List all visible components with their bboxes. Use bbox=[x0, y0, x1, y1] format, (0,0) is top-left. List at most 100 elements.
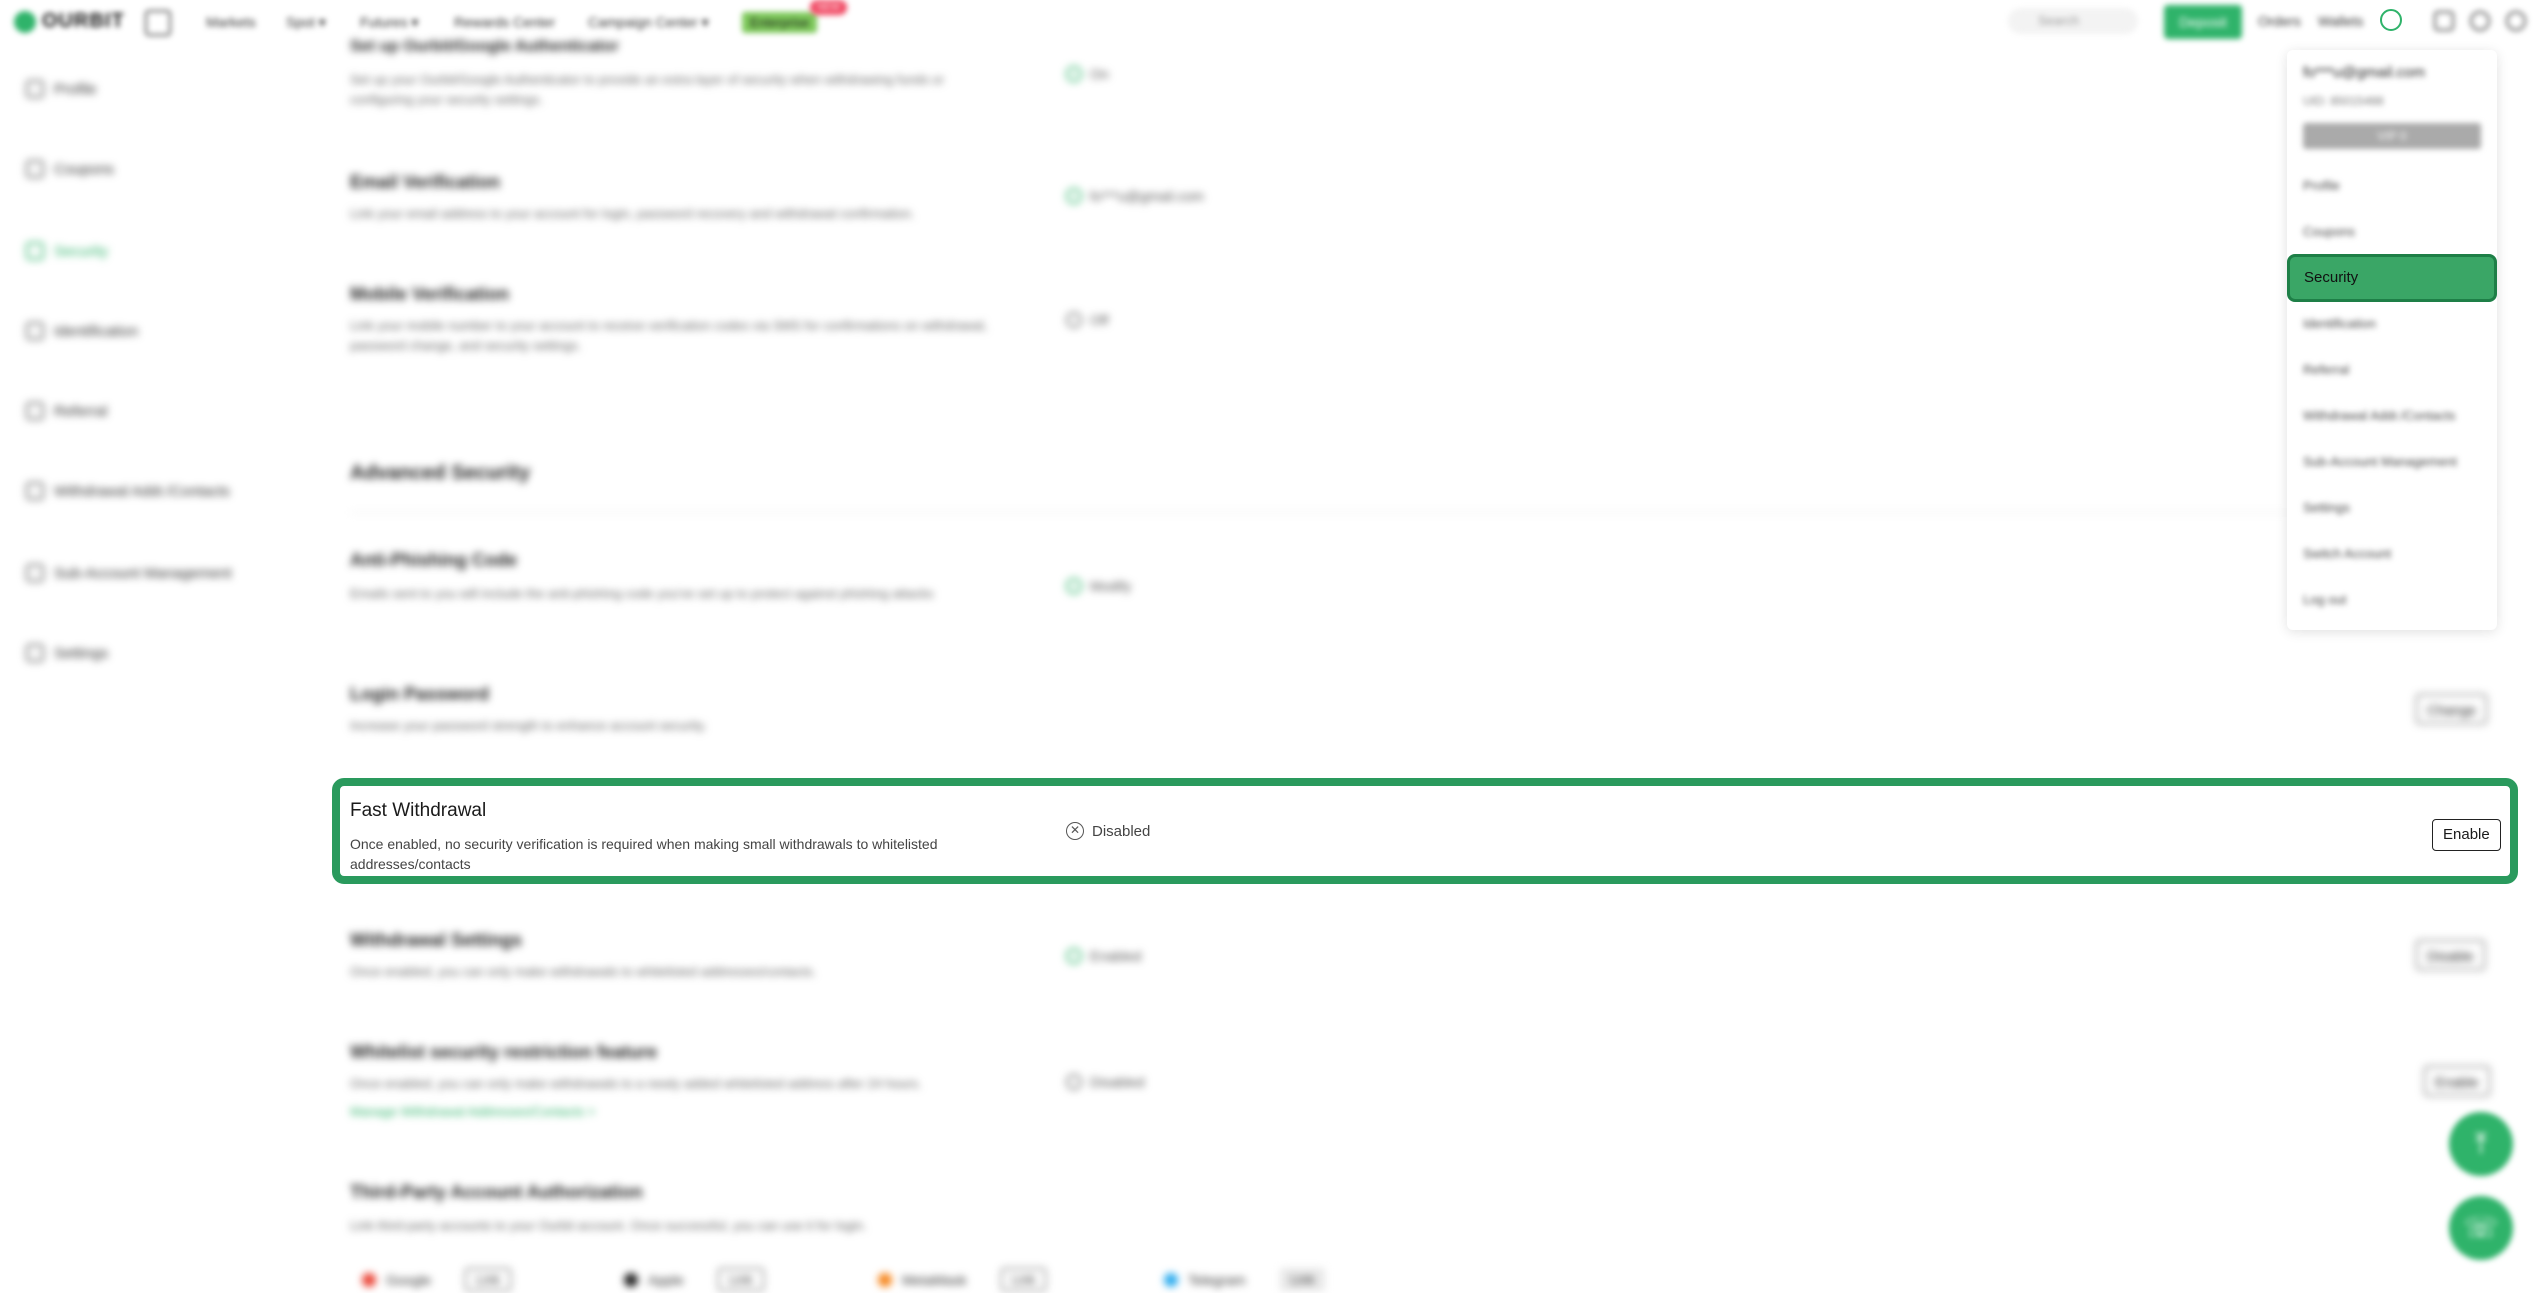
deposit-button[interactable]: Deposit bbox=[2164, 5, 2242, 39]
circle-icon bbox=[1066, 1074, 1082, 1090]
enable-fast-withdrawal-button[interactable]: Enable bbox=[2432, 819, 2501, 851]
third-party-google: Google Link bbox=[362, 1268, 512, 1291]
nav-campaign-center[interactable]: Campaign Center ▾ bbox=[588, 14, 709, 31]
support-chat-button[interactable]: ☏ bbox=[2449, 1196, 2513, 1260]
sidebar-item-sub-account[interactable]: Sub-Account Management bbox=[26, 564, 232, 582]
authenticator-title: Set up Ourbit/Google Authenticator bbox=[350, 38, 619, 55]
user-icon[interactable] bbox=[2380, 9, 2402, 31]
authenticator-desc: Set up your Ourbit/Google Authenticator … bbox=[350, 72, 944, 107]
dropdown-item-switch-account[interactable]: Switch Account bbox=[2303, 546, 2391, 561]
dropdown-item-security[interactable]: Security bbox=[2287, 254, 2497, 302]
status-text: Enabled bbox=[1090, 948, 1142, 964]
logo-text: OURBIT bbox=[42, 10, 125, 32]
wallets-link[interactable]: Wallets bbox=[2318, 13, 2363, 29]
nav-markets[interactable]: Markets bbox=[206, 14, 256, 30]
anti-phishing-title: Anti-Phishing Code bbox=[350, 550, 517, 570]
provider-name: Telegram bbox=[1188, 1271, 1246, 1288]
change-password-button[interactable]: Change bbox=[2416, 694, 2488, 724]
sidebar-item-label: Profile bbox=[54, 80, 97, 98]
mobile-verification-title: Mobile Verification bbox=[350, 284, 510, 304]
whitelist-title: Whitelist security restriction feature bbox=[350, 1042, 658, 1062]
third-party-metamask: MetaMask Link bbox=[878, 1268, 1047, 1291]
share-icon bbox=[26, 564, 44, 582]
dropdown-item-sub-account[interactable]: Sub-Account Management bbox=[2303, 454, 2457, 469]
mobile-verification-status: Off bbox=[1066, 312, 1108, 328]
google-icon bbox=[362, 1272, 376, 1287]
vip-badge[interactable]: VIP 0 bbox=[2303, 123, 2481, 149]
sidebar-item-referral[interactable]: Referral bbox=[26, 402, 107, 420]
link-apple-button[interactable]: Link bbox=[717, 1268, 764, 1291]
disable-withdrawal-settings-button[interactable]: Disable bbox=[2416, 940, 2485, 970]
withdrawal-settings-title: Withdrawal Settings bbox=[350, 930, 522, 950]
nav-spot[interactable]: Spot ▾ bbox=[286, 14, 326, 31]
dropdown-uid[interactable]: UID: 85015488 bbox=[2303, 94, 2384, 108]
download-icon[interactable] bbox=[2434, 11, 2454, 31]
sidebar-item-coupons[interactable]: Coupons bbox=[26, 160, 114, 178]
check-icon bbox=[1066, 948, 1082, 964]
search-input[interactable]: Search bbox=[2008, 8, 2138, 34]
advanced-security-heading: Advanced Security bbox=[350, 462, 531, 484]
link-metamask-button[interactable]: Link bbox=[1000, 1268, 1047, 1291]
new-badge: NEW bbox=[810, 0, 848, 15]
check-icon bbox=[1066, 578, 1082, 594]
theme-icon[interactable] bbox=[2506, 11, 2526, 31]
scroll-to-top-button[interactable]: ⤒ bbox=[2449, 1112, 2513, 1176]
login-password-desc: Increase your password strength to enhan… bbox=[350, 718, 707, 733]
third-party-desc: Link third-party accounts to your Ourbit… bbox=[350, 1218, 867, 1233]
circle-icon bbox=[1066, 312, 1082, 328]
enable-whitelist-button[interactable]: Enable bbox=[2424, 1066, 2490, 1096]
sidebar-item-label: Security bbox=[54, 242, 109, 260]
dropdown-item-identification[interactable]: Identification bbox=[2303, 316, 2376, 331]
dropdown-item-withdrawal-addr[interactable]: Withdrawal Addr./Contacts bbox=[2303, 408, 2455, 423]
nav-enterprise[interactable]: Enterprise bbox=[742, 12, 818, 33]
sidebar-item-label: Withdrawal Addr./Contacts bbox=[54, 482, 230, 500]
dropdown-email: fo***u@gmail.com bbox=[2303, 64, 2425, 81]
link-telegram-button[interactable]: Link bbox=[1279, 1268, 1326, 1291]
sidebar-item-security[interactable]: Security bbox=[26, 242, 108, 260]
status-text: fo***u@gmail.com bbox=[1090, 188, 1204, 204]
sidebar-item-identification[interactable]: Identification bbox=[26, 322, 138, 340]
fast-withdrawal-row: Fast Withdrawal Once enabled, no securit… bbox=[332, 778, 2518, 884]
dropdown-item-coupons[interactable]: Coupons bbox=[2303, 224, 2355, 239]
whitelist-desc: Once enabled, you can only make withdraw… bbox=[350, 1076, 922, 1091]
user-dropdown-menu: fo***u@gmail.com UID: 85015488 VIP 0 Pro… bbox=[2287, 50, 2497, 630]
coupon-icon bbox=[26, 160, 44, 178]
dropdown-item-log-out[interactable]: Log out bbox=[2303, 592, 2346, 607]
status-text: On bbox=[1090, 66, 1109, 82]
mobile-verification-desc: Link your mobile number to your account … bbox=[350, 318, 988, 353]
logo[interactable]: OURBIT bbox=[14, 10, 125, 33]
sidebar-item-label: Settings bbox=[54, 644, 109, 662]
sidebar-item-withdrawal-addr[interactable]: Withdrawal Addr./Contacts bbox=[26, 482, 230, 500]
profile-icon bbox=[26, 80, 44, 98]
telegram-icon bbox=[1164, 1272, 1178, 1287]
sidebar-item-profile[interactable]: Profile bbox=[26, 80, 97, 98]
anti-phishing-status[interactable]: Modify bbox=[1066, 578, 1131, 594]
shield-icon bbox=[26, 242, 44, 260]
provider-name: MetaMask bbox=[902, 1271, 967, 1288]
dropdown-item-referral[interactable]: Referral bbox=[2303, 362, 2349, 377]
dropdown-item-profile[interactable]: Profile bbox=[2303, 178, 2340, 193]
check-icon bbox=[1066, 188, 1082, 204]
divider bbox=[350, 512, 2500, 513]
nav-futures[interactable]: Futures ▾ bbox=[360, 14, 418, 31]
third-party-apple: Apple Link bbox=[624, 1268, 764, 1291]
gift-icon[interactable] bbox=[145, 10, 171, 36]
email-verification-status: fo***u@gmail.com bbox=[1066, 188, 1204, 204]
nav-rewards-center[interactable]: Rewards Center bbox=[454, 14, 555, 30]
status-text: Modify bbox=[1090, 578, 1132, 594]
email-verification-desc: Link your email address to your account … bbox=[350, 206, 915, 221]
login-password-title: Login Password bbox=[350, 684, 490, 704]
apple-icon bbox=[624, 1272, 638, 1287]
link-google-button[interactable]: Link bbox=[465, 1268, 512, 1291]
dropdown-item-settings[interactable]: Settings bbox=[2303, 500, 2350, 515]
sidebar-item-settings[interactable]: Settings bbox=[26, 644, 108, 662]
withdrawal-settings-desc: Once enabled, you can only make withdraw… bbox=[350, 964, 817, 979]
manage-withdrawal-addresses-link[interactable]: Manage Withdrawal Addresses/Contacts > bbox=[350, 1102, 990, 1122]
globe-icon[interactable] bbox=[2470, 11, 2490, 31]
gear-icon bbox=[26, 644, 44, 662]
orders-link[interactable]: Orders bbox=[2258, 13, 2301, 29]
sidebar-item-label: Sub-Account Management bbox=[54, 564, 232, 582]
sidebar-item-label: Identification bbox=[54, 322, 139, 340]
third-party-telegram: Telegram Link bbox=[1164, 1268, 1326, 1291]
fast-withdrawal-status: ✕ Disabled bbox=[1066, 822, 1150, 840]
